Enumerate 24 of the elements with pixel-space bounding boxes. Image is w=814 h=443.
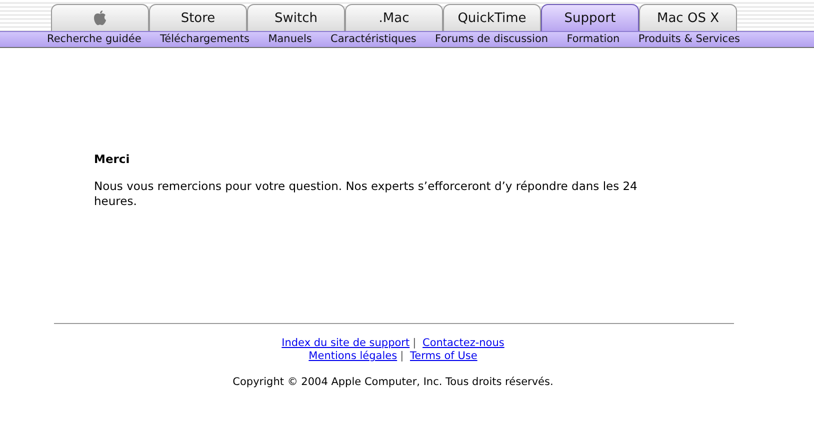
nav-tab[interactable]: Store [149,4,247,31]
nav-tab[interactable]: QuickTime [443,4,541,31]
nav-tab[interactable]: .Mac [345,4,443,31]
nav-tab[interactable] [51,4,149,31]
subnav-link[interactable]: Caractéristiques [330,32,416,47]
footer-link[interactable]: Index du site de support [282,337,410,349]
subnav-link[interactable]: Manuels [268,32,312,47]
nav-tab[interactable]: Switch [247,4,345,31]
separator: | [412,337,416,349]
copyright-text: Copyright © 2004 Apple Computer, Inc. Tous droits réservés. [232,376,554,388]
subnav-link[interactable]: Forums de discussion [435,32,548,47]
apple-icon [93,10,107,26]
nav-tab[interactable]: Support [541,4,639,31]
message-title: Merci [94,152,131,166]
footer-link[interactable]: Terms of Use [410,350,478,362]
footer-link[interactable]: Mentions légales [308,350,398,362]
separator: | [400,350,404,362]
subnav-link[interactable]: Recherche guidée [47,32,142,47]
subnav-link[interactable]: Formation [566,32,620,47]
subnav-link[interactable]: Téléchargements [160,32,250,47]
footer-link[interactable]: Contactez-nous [422,337,504,349]
nav-tab[interactable]: Mac OS X [639,4,737,31]
message-text: Nous vous remercions pour votre question. Nos experts s’efforceront d’y répondre dans les 24 heures. [94,179,638,209]
subnav-link[interactable]: Produits & Services [638,32,740,47]
